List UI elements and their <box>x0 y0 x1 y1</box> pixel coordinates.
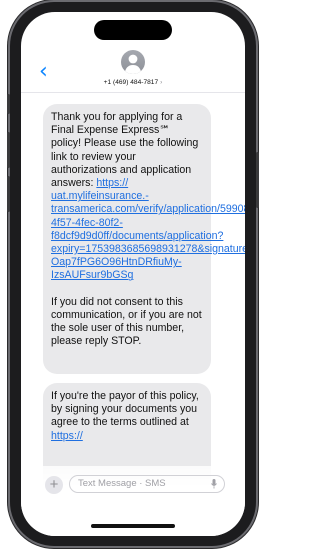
volume-up-button <box>7 132 10 168</box>
home-indicator <box>91 524 175 528</box>
message-link[interactable]: https:// <box>51 430 83 442</box>
plus-icon[interactable]: + <box>45 476 63 494</box>
message-text: If you're the payor of this policy, by s… <box>51 390 199 429</box>
phone-frame: ‹ +1 (469) 484-7817 › Thank you for apply… <box>7 2 259 546</box>
power-button <box>256 152 259 208</box>
contact-number-text: +1 (469) 484-7817 <box>103 79 159 86</box>
mute-switch <box>7 94 10 114</box>
messages-screen: ‹ +1 (469) 484-7817 › Thank you for apply… <box>21 12 245 536</box>
microphone-icon[interactable] <box>211 479 217 489</box>
message-link-rest: uat.mylifeinsurance.-transamerica.com/ve… <box>51 190 245 282</box>
person-icon <box>124 54 142 74</box>
compose-bar: + Text Message · SMS <box>21 466 245 536</box>
message-bubble: Thank you for applying for a Final Expen… <box>43 104 245 374</box>
message-input-placeholder: Text Message · SMS <box>78 478 166 489</box>
chevron-right-icon: › <box>160 79 163 86</box>
message-link-head: https:// <box>96 177 129 190</box>
contact-avatar[interactable] <box>121 50 145 74</box>
volume-down-button <box>7 176 10 212</box>
message-input[interactable]: Text Message · SMS <box>69 475 225 493</box>
dynamic-island <box>94 20 172 40</box>
contact-number[interactable]: +1 (469) 484-7817 › <box>21 79 245 86</box>
message-link[interactable]: https://uat.mylifeinsurance.-transameric… <box>51 177 245 281</box>
message-text: If you did not consent to this communica… <box>51 295 202 348</box>
header-divider <box>21 92 245 93</box>
